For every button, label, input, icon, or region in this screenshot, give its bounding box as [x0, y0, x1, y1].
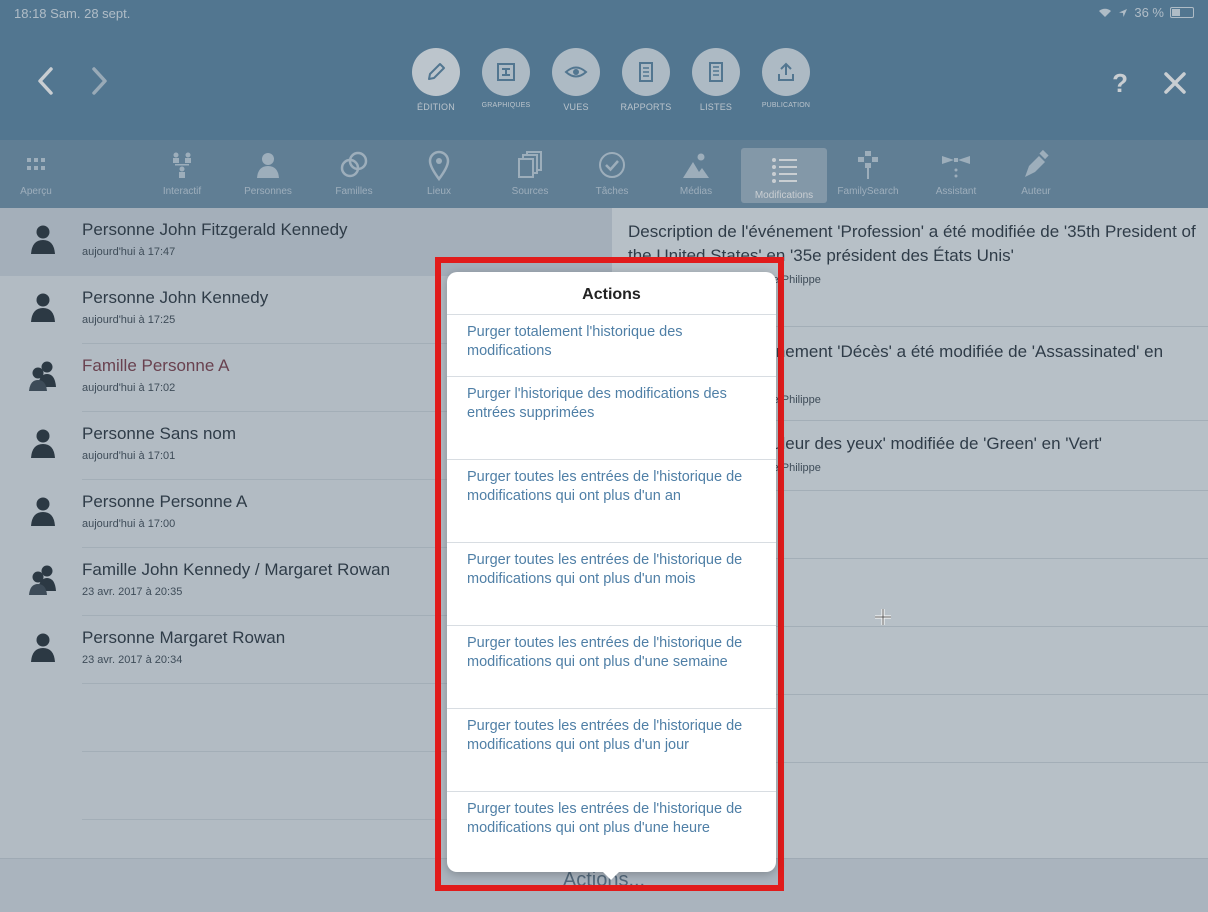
action-purge-hour[interactable]: Purger toutes les entrées de l'historiqu…	[447, 791, 776, 872]
action-purge-week[interactable]: Purger toutes les entrées de l'historiqu…	[447, 625, 776, 708]
action-purge-day[interactable]: Purger toutes les entrées de l'historiqu…	[447, 708, 776, 791]
action-purge-month[interactable]: Purger toutes les entrées de l'historiqu…	[447, 542, 776, 625]
actions-popover: Actions Purger totalement l'historique d…	[447, 272, 776, 880]
popover-arrow	[602, 871, 620, 880]
crosshair-cursor-icon	[875, 609, 891, 625]
action-purge-year[interactable]: Purger toutes les entrées de l'historiqu…	[447, 459, 776, 542]
action-purge-all[interactable]: Purger totalement l'historique des modif…	[447, 314, 776, 376]
popover-title: Actions	[582, 286, 641, 303]
action-purge-deleted[interactable]: Purger l'historique des modifications de…	[447, 376, 776, 459]
app-window: 18:18 Sam. 28 sept. 36 % ÉDITION GRAPHIQ…	[0, 0, 1208, 912]
